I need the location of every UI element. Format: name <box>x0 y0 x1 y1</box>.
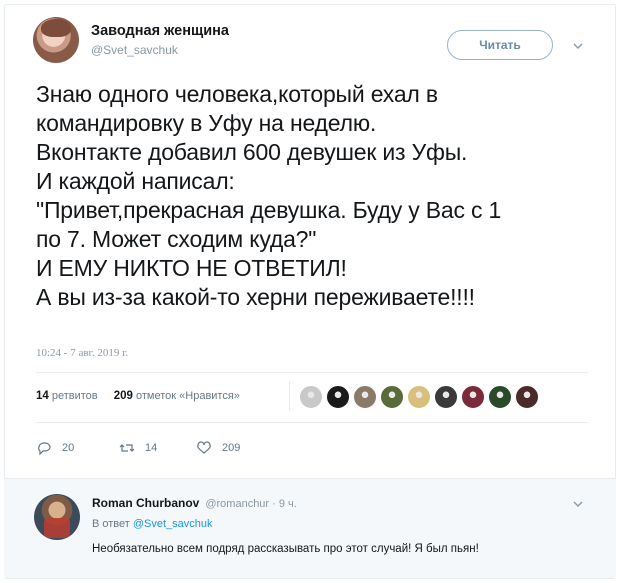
retweet-icon <box>119 444 135 452</box>
tweet-text-line: А вы из-за какой-то херни переживаете!!!… <box>36 284 475 310</box>
chevron-down-icon[interactable] <box>572 40 584 52</box>
reply-text: Необязательно всем подряд рассказывать п… <box>92 543 479 555</box>
tweet-text-line: командировку в Уфу на неделю. <box>36 110 377 136</box>
stats-separator <box>289 381 290 411</box>
liker-avatar[interactable] <box>353 385 377 409</box>
reply-author: Roman Churbanov @romanchur · 9 ч. <box>92 496 297 510</box>
reply-icon <box>38 442 51 456</box>
heart-icon <box>197 441 211 454</box>
tweet-text-line: И каждой написал: <box>36 168 235 194</box>
tweet-text-line: Знаю одного человека,который ехал в <box>36 81 438 107</box>
retweets-label[interactable]: ретвитов <box>52 390 98 402</box>
liker-avatar[interactable] <box>488 385 512 409</box>
reply-author-name[interactable]: Roman Churbanov <box>92 496 199 510</box>
liker-avatar[interactable] <box>461 385 485 409</box>
chevron-down-icon[interactable] <box>572 498 584 510</box>
likes-label[interactable]: отметок «Нравится» <box>136 390 240 402</box>
liker-avatar[interactable] <box>326 385 350 409</box>
author-handle[interactable]: @Svet_savchuk <box>91 43 178 57</box>
tweet-stats: 14 ретвитов 209 отметок «Нравится» <box>36 390 240 402</box>
likes-count[interactable]: 209 <box>114 390 133 402</box>
divider <box>36 422 588 423</box>
reply-to-handle[interactable]: @Svet_savchuk <box>133 518 213 530</box>
author-name[interactable]: Заводная женщина <box>91 23 229 39</box>
reply-count: 20 <box>62 442 75 454</box>
retweet-count: 14 <box>145 442 158 454</box>
divider <box>36 372 588 373</box>
liker-avatar[interactable] <box>434 385 458 409</box>
liker-avatar[interactable] <box>515 385 539 409</box>
reply-author-handle[interactable]: @romanchur <box>205 498 269 510</box>
like-count: 209 <box>222 442 241 454</box>
tweet-text: Знаю одного человека,который ехал в кома… <box>36 80 596 312</box>
tweet-text-line: по 7. Может сходим куда?" <box>36 226 317 252</box>
tweet-text-line: Вконтакте добавил 600 девушек из Уфы. <box>36 139 468 165</box>
liker-avatar[interactable] <box>299 385 323 409</box>
reply-time[interactable]: · 9 ч. <box>272 498 297 510</box>
author-avatar[interactable] <box>33 17 79 63</box>
reply-avatar[interactable] <box>34 494 80 540</box>
retweets-count[interactable]: 14 <box>36 390 49 402</box>
divider <box>4 478 616 479</box>
liker-avatar[interactable] <box>407 385 431 409</box>
follow-button[interactable]: Читать <box>447 30 553 60</box>
tweet-text-line: "Привет,прекрасная девушка. Буду у Вас с… <box>36 197 502 223</box>
tweet-timestamp[interactable]: 10:24 - 7 авг. 2019 г. <box>36 347 128 359</box>
reply-to-prefix: В ответ <box>92 518 130 530</box>
reply-to-line: В ответ @Svet_savchuk <box>92 518 213 530</box>
tweet-text-line: И ЕМУ НИКТО НЕ ОТВЕТИЛ! <box>36 255 347 281</box>
liker-avatar[interactable] <box>380 385 404 409</box>
